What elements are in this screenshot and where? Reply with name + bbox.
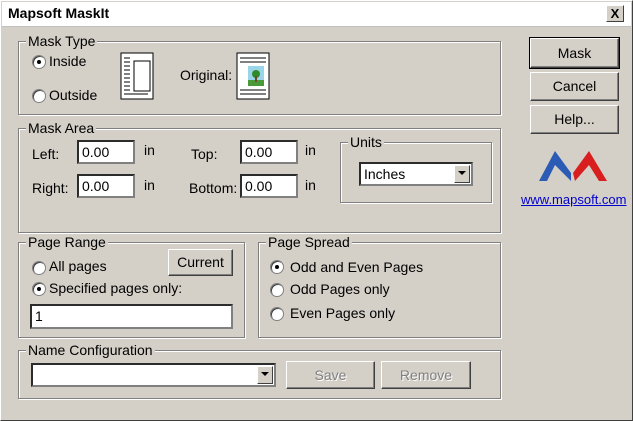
mask-type-legend: Mask Type [26,33,98,49]
close-button[interactable]: X [606,5,624,22]
specified-pages-label[interactable]: Specified pages only: [49,280,182,296]
window-title: Mapsoft MaskIt [8,5,110,21]
mask-area-group: Mask Area Left: 0.00 in Right: 0.00 in T… [18,120,501,233]
all-pages-radio[interactable] [32,261,46,275]
bottom-margin-input[interactable]: 0.00 [240,174,298,198]
top-label: Top: [191,146,218,162]
specified-pages-radio[interactable] [32,282,46,296]
right-margin-input[interactable]: 0.00 [77,174,135,198]
save-button[interactable]: Save [286,361,375,389]
mask-inside-preview-icon [120,52,154,100]
odd-even-pages-radio[interactable] [270,260,284,274]
page-spread-group: Page Spread Odd and Even Pages Odd Pages… [258,234,501,338]
odd-even-pages-label[interactable]: Odd and Even Pages [290,259,423,275]
cancel-button[interactable]: Cancel [530,72,619,101]
bottom-label: Bottom: [189,180,238,196]
inside-radio[interactable] [32,55,46,69]
chevron-down-icon[interactable] [257,366,273,384]
name-configuration-legend: Name Configuration [26,342,155,358]
units-selected-value: Inches [364,166,406,182]
top-margin-input[interactable]: 0.00 [240,140,298,164]
mask-button[interactable]: Mask [529,37,620,69]
title-bar[interactable]: Mapsoft MaskIt X [2,2,631,27]
units-select[interactable]: Inches [359,162,473,186]
outside-radio[interactable] [32,89,46,103]
even-pages-radio[interactable] [270,307,284,321]
original-preview-icon [236,52,270,100]
page-range-group: Page Range All pages Specified pages onl… [18,234,245,338]
mask-area-legend: Mask Area [26,120,97,136]
name-configuration-select[interactable] [31,363,276,387]
original-label: Original: [180,67,233,83]
name-configuration-group: Name Configuration Save Remove [18,342,501,399]
pages-input[interactable]: 1 [30,304,233,329]
top-unit-label: in [305,142,316,158]
odd-pages-label[interactable]: Odd Pages only [290,281,390,297]
mapsoft-logo-icon [539,151,607,181]
page-spread-legend: Page Spread [266,234,352,250]
bottom-unit-label: in [305,177,316,193]
all-pages-label[interactable]: All pages [49,258,107,274]
inside-label[interactable]: Inside [49,53,86,69]
dialog-window: Mapsoft MaskIt X Mask Type Inside Outsid… [0,0,633,421]
current-button[interactable]: Current [168,249,233,276]
left-margin-input[interactable]: 0.00 [77,140,135,164]
units-legend: Units [348,134,384,150]
odd-pages-radio[interactable] [270,283,284,297]
remove-button[interactable]: Remove [381,361,471,389]
mask-type-group: Mask Type Inside Outside Original: [18,33,501,115]
right-unit-label: in [144,177,155,193]
outside-label[interactable]: Outside [49,87,97,103]
left-label: Left: [32,146,60,162]
help-button[interactable]: Help... [530,105,619,134]
mapsoft-website-link[interactable]: www.mapsoft.com [521,192,626,207]
left-unit-label: in [144,142,155,158]
right-label: Right: [32,180,69,196]
units-group: Units Inches [340,134,492,203]
page-range-legend: Page Range [26,234,108,250]
chevron-down-icon[interactable] [454,165,470,183]
even-pages-label[interactable]: Even Pages only [290,305,395,321]
close-icon: X [610,6,620,21]
